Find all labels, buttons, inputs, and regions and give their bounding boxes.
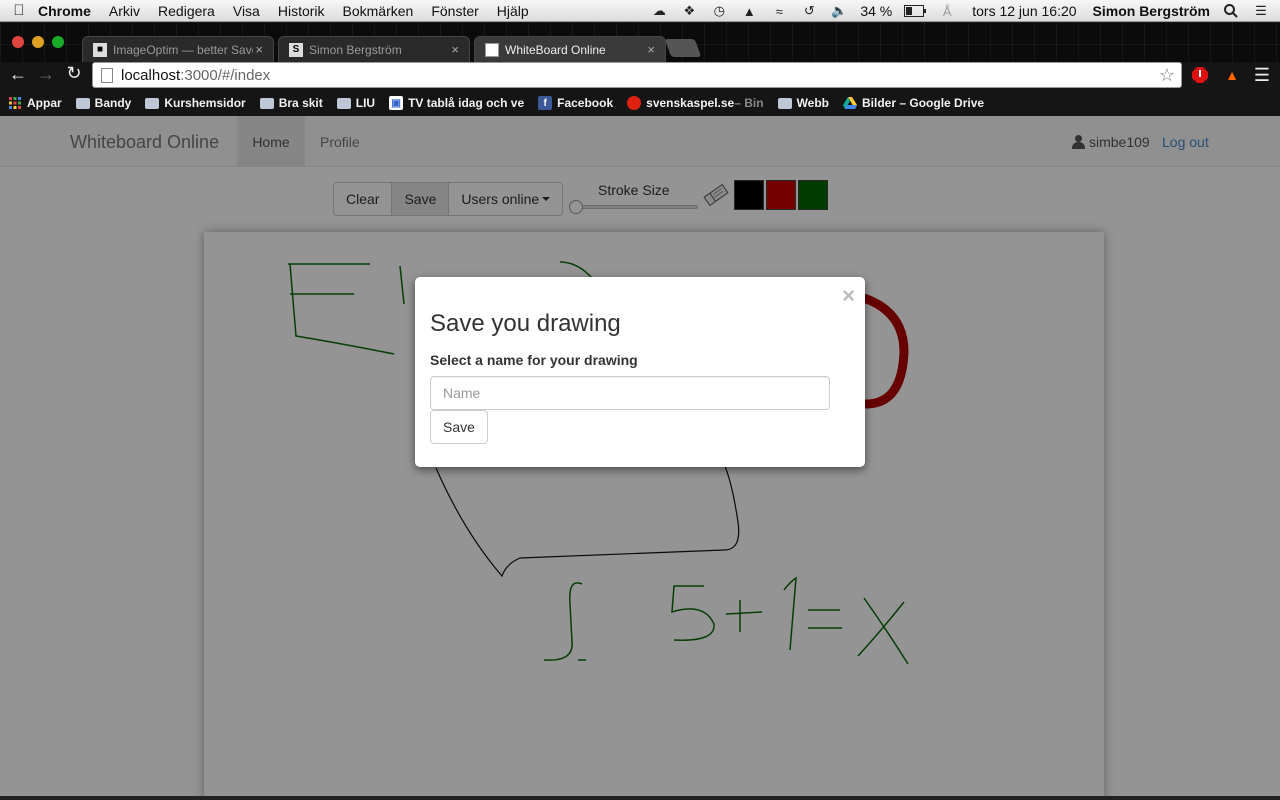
bookmark-label-suffix: – Bin [734,96,764,110]
menu-visa[interactable]: Visa [233,3,260,19]
drawing-name-label: Select a name for your drawing [430,352,638,368]
tab-close-icon[interactable]: × [451,42,459,57]
tv-icon: ▣ [389,96,404,110]
modal-save-button[interactable]: Save [430,410,488,444]
folder-icon [336,97,351,109]
apps-grid-icon [8,96,22,110]
browser-tabstrip: ■ ImageOptim — better Save × S Simon Ber… [0,22,1280,62]
page-favicon-icon [485,42,499,57]
folder-icon [145,97,160,109]
window-bottom-edge [0,796,1280,800]
battery-percent[interactable]: 34 % [860,3,892,19]
back-arrow-icon[interactable]: ← [4,64,32,85]
adblock-extension-icon[interactable] [1190,65,1210,85]
hat-icon[interactable]: ▲ [740,2,758,20]
bookmark-label: Appar [27,96,62,110]
bluetooth-icon[interactable]: Å [938,2,956,20]
notification-center-icon[interactable]: ☰ [1252,2,1270,20]
imageoptim-favicon-icon: ■ [93,42,107,57]
bookmark-star-icon[interactable]: ☆ [1159,65,1175,86]
bookmark-label: Bilder – Google Drive [862,96,985,110]
mac-menubar:  Chrome Arkiv Redigera Visa Historik Bo… [0,0,1280,22]
menubar-app-name[interactable]: Chrome [38,3,91,19]
bookmark-svenskaspel[interactable]: svenskaspel.se – Bin [627,96,764,110]
apple-icon[interactable]:  [0,2,38,19]
drawing-name-input[interactable] [430,376,830,410]
menu-bokmarken[interactable]: Bokmärken [343,3,414,19]
bookmark-appar[interactable]: Appar [8,96,62,110]
bookmarks-bar: Appar Bandy Kurshemsidor Bra skit LIU ▣ … [0,90,1280,116]
bookmark-facebook[interactable]: f Facebook [538,96,613,110]
menubar-clock[interactable]: tors 12 jun 16:20 [972,3,1076,19]
bookmark-google-drive[interactable]: Bilder – Google Drive [843,96,984,110]
bookmark-webb[interactable]: Webb [777,96,830,110]
save-drawing-modal: × Save you drawing Select a name for you… [415,277,865,467]
web-page: Whiteboard Online Home Profile simbe109 … [0,116,1280,796]
close-icon[interactable]: × [842,283,855,309]
tab-close-icon[interactable]: × [647,42,655,57]
bookmark-label: svenskaspel.se [646,96,735,110]
svenskaspel-icon [627,96,642,110]
tab-favicon-s-icon: S [289,42,303,57]
bookmark-tv-tabla[interactable]: ▣ TV tablå idag och ve [389,96,524,110]
time-machine-icon[interactable]: ↺ [800,2,818,20]
facebook-icon: f [538,96,553,110]
tab-close-icon[interactable]: × [255,42,263,57]
bookmark-label: Webb [796,96,830,110]
page-icon [101,67,113,83]
bookmark-label: LIU [355,96,376,110]
menubar-status-area: ☁ ❖ ◷ ▲ ≈ ↺ 🔈 34 % Å tors 12 jun 16:20 S… [650,0,1280,22]
window-close-button[interactable] [12,36,24,48]
menu-historik[interactable]: Historik [278,3,325,19]
window-minimize-button[interactable] [32,36,44,48]
tab-imageoptim[interactable]: ■ ImageOptim — better Save × [82,36,274,62]
tab-title: Simon Bergström [309,42,402,57]
bookmark-liu[interactable]: LIU [336,96,376,110]
tab-title: WhiteBoard Online [505,42,606,57]
bookmark-label: Kurshemsidor [164,96,246,110]
reload-icon[interactable]: ↻ [60,63,88,84]
menu-fonster[interactable]: Fönster [431,3,478,19]
menu-arkiv[interactable]: Arkiv [109,3,140,19]
spotlight-search-icon[interactable] [1222,2,1240,20]
address-path: :3000/#/index [180,66,271,84]
chrome-menu-icon[interactable]: ☰ [1252,65,1272,85]
folder-icon [259,97,274,109]
tab-whiteboard-online[interactable]: WhiteBoard Online × [474,36,666,62]
menu-hjalp[interactable]: Hjälp [497,3,529,19]
clock-app-icon[interactable]: ◷ [710,2,728,20]
bookmark-label: Bandy [94,96,132,110]
bookmark-label: Bra skit [278,96,323,110]
browser-toolbar: ← → ↻ localhost:3000/#/index ☆ ▲ ☰ [0,62,1280,90]
tab-title: ImageOptim — better Save [113,42,253,57]
menu-redigera[interactable]: Redigera [158,3,215,19]
bookmark-label: TV tablå idag och ve [408,96,525,110]
modal-title: Save you drawing [430,310,621,337]
dropbox-icon[interactable]: ❖ [680,2,698,20]
folder-icon [75,97,90,109]
battery-icon[interactable] [904,2,927,20]
folder-icon [777,97,792,109]
forward-arrow-icon[interactable]: → [32,64,60,85]
address-bar[interactable]: localhost:3000/#/index ☆ [92,62,1182,88]
tab-simon-bergstrom[interactable]: S Simon Bergström × [278,36,470,62]
volume-icon[interactable]: 🔈 [830,2,848,20]
fire-extension-icon[interactable]: ▲ [1222,65,1242,85]
menubar-user[interactable]: Simon Bergström [1093,3,1210,19]
bookmark-bra-skit[interactable]: Bra skit [259,96,323,110]
bookmark-kurshemsidor[interactable]: Kurshemsidor [145,96,246,110]
address-host: localhost [121,66,181,84]
wifi-icon[interactable]: ≈ [770,2,788,20]
drive-icon [843,96,858,110]
window-zoom-button[interactable] [52,36,64,48]
new-tab-button[interactable] [664,39,702,57]
bookmark-bandy[interactable]: Bandy [75,96,132,110]
cloud-sync-icon[interactable]: ☁ [650,2,668,20]
bookmark-label: Facebook [557,96,614,110]
